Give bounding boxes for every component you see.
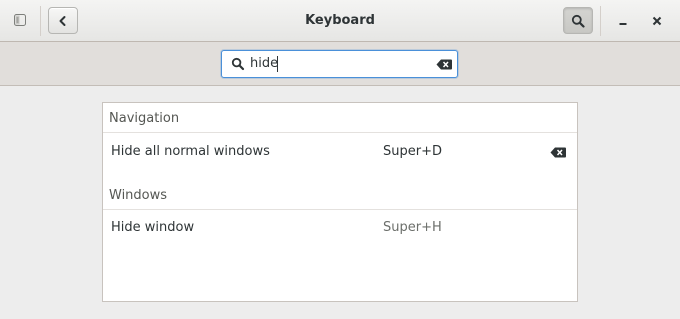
search-icon [231, 57, 245, 71]
shortcut-accelerator: Super+H [383, 220, 442, 235]
shortcut-name: Hide window [111, 220, 195, 235]
search-toggle-button[interactable] [563, 7, 593, 34]
header-separator [40, 6, 41, 36]
keyboard-settings-window: Keyboard hide Navigation Hide all normal… [0, 0, 680, 319]
shortcut-row[interactable]: Hide window Super+H [103, 210, 577, 246]
section-header-navigation: Navigation [103, 103, 577, 133]
header-bar: Keyboard [0, 0, 680, 42]
back-button[interactable] [48, 7, 78, 34]
header-separator [600, 6, 601, 36]
shortcut-accelerator: Super+D [383, 144, 442, 159]
shortcut-results-list: Navigation Hide all normal windows Super… [102, 102, 578, 302]
shortcut-row[interactable]: Hide all normal windows Super+D [103, 134, 577, 170]
chevron-left-icon [59, 15, 66, 26]
search-input-text: hide [250, 56, 279, 71]
section-header-windows: Windows [103, 179, 577, 210]
close-icon [652, 16, 662, 26]
sidebar-toggle-icon [14, 14, 26, 26]
shortcut-name: Hide all normal windows [111, 144, 270, 159]
minimize-icon [619, 23, 627, 25]
reset-shortcut-icon[interactable] [550, 147, 566, 158]
search-bar: hide [0, 42, 680, 86]
clear-text-icon[interactable] [436, 59, 452, 70]
search-input[interactable]: hide [221, 50, 458, 78]
search-icon [571, 14, 585, 28]
close-button[interactable] [646, 10, 668, 32]
minimize-button[interactable] [612, 10, 634, 32]
sidebar-toggle-button[interactable] [8, 8, 32, 32]
text-caret [277, 56, 278, 72]
